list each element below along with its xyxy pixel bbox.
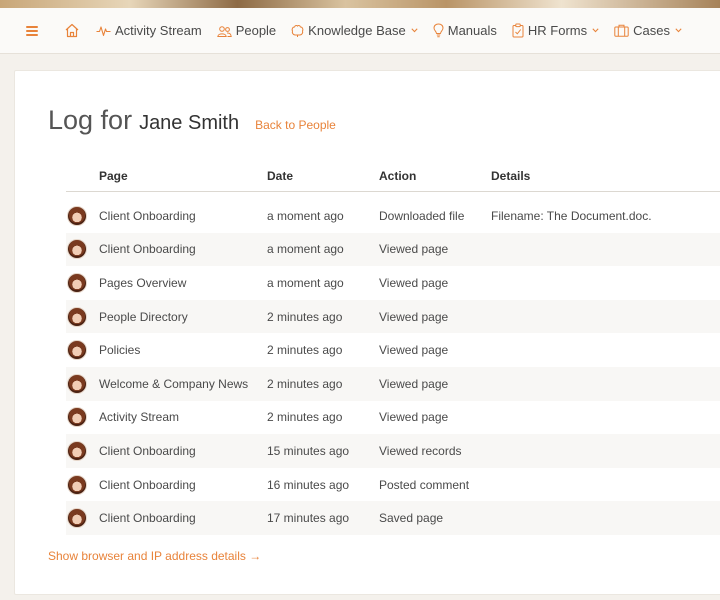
table-row: Policies 2 minutes ago Viewed page bbox=[66, 333, 720, 367]
page-column-header: Page bbox=[99, 161, 267, 192]
chevron-down-icon bbox=[675, 28, 682, 33]
table-row: Client Onboarding 15 minutes ago Viewed … bbox=[66, 434, 720, 468]
nav-people-label: People bbox=[235, 23, 277, 38]
nav-hr-forms[interactable]: HR Forms bbox=[512, 23, 599, 38]
log-card: Log for Jane Smith Back to People Page D… bbox=[14, 70, 720, 595]
row-date: 2 minutes ago bbox=[267, 299, 379, 334]
nav-hr-forms-label: HR Forms bbox=[527, 23, 588, 38]
row-date: a moment ago bbox=[267, 232, 379, 267]
nav-activity-stream-label: Activity Stream bbox=[115, 23, 202, 38]
row-page: Pages Overview bbox=[99, 275, 187, 290]
row-page: Client Onboarding bbox=[99, 232, 267, 267]
row-action: Viewed page bbox=[379, 232, 491, 267]
avatar bbox=[67, 206, 87, 227]
avatar bbox=[67, 440, 87, 461]
row-page: Client Onboarding bbox=[99, 501, 267, 535]
row-action: Viewed page bbox=[379, 343, 449, 358]
nav-knowledge-base[interactable]: Knowledge Base bbox=[291, 23, 418, 38]
row-page: Client Onboarding bbox=[99, 209, 196, 224]
row-date: a moment ago bbox=[267, 209, 344, 224]
page-title-prefix: Log for bbox=[48, 105, 133, 135]
row-date: 2 minutes ago bbox=[267, 366, 379, 401]
user-name: Jane Smith bbox=[139, 112, 240, 134]
row-action: Downloaded file bbox=[379, 209, 465, 224]
show-browser-ip-details-link[interactable]: Show browser and IP address details → bbox=[48, 549, 261, 563]
table-row: People Directory 2 minutes ago Viewed pa… bbox=[66, 299, 720, 334]
table-header-row: Page Date Action Details bbox=[66, 161, 720, 192]
row-action: Saved page bbox=[379, 501, 491, 535]
chevron-down-icon bbox=[592, 28, 599, 33]
row-page: Policies bbox=[99, 343, 141, 358]
row-date: 2 minutes ago bbox=[267, 410, 343, 425]
row-details bbox=[491, 434, 720, 468]
row-details bbox=[491, 501, 720, 535]
row-date: 15 minutes ago bbox=[267, 434, 379, 468]
table-row: Client Onboarding 16 minutes ago Posted … bbox=[66, 468, 720, 502]
table-row: Client Onboarding a moment ago Viewed pa… bbox=[66, 232, 720, 267]
avatar bbox=[67, 474, 87, 495]
nav-manuals-label: Manuals bbox=[447, 23, 497, 38]
chevron-down-icon bbox=[411, 28, 418, 33]
row-action: Viewed page bbox=[379, 366, 491, 401]
clipboard-icon bbox=[512, 23, 524, 38]
avatar bbox=[67, 508, 87, 529]
row-date: 2 minutes ago bbox=[267, 343, 343, 358]
back-to-people-link[interactable]: Back to People bbox=[255, 118, 336, 132]
row-details bbox=[491, 299, 720, 334]
row-action: Viewed page bbox=[379, 410, 449, 425]
header-banner-image bbox=[0, 0, 720, 8]
row-date: 17 minutes ago bbox=[267, 501, 379, 535]
nav-people[interactable]: People bbox=[216, 23, 277, 38]
row-page: Client Onboarding bbox=[99, 434, 267, 468]
row-action: Viewed page bbox=[379, 275, 449, 290]
menu-icon[interactable] bbox=[26, 25, 38, 36]
details-column-header: Details bbox=[491, 161, 720, 192]
table-row: Client Onboarding 17 minutes ago Saved p… bbox=[66, 501, 720, 535]
briefcase-icon bbox=[614, 24, 629, 37]
nav-cases[interactable]: Cases bbox=[614, 23, 682, 38]
row-page: Welcome & Company News bbox=[99, 366, 267, 401]
row-action: Viewed records bbox=[379, 434, 491, 468]
row-page: People Directory bbox=[99, 299, 267, 334]
table-row: Client Onboarding a moment ago Downloade… bbox=[66, 191, 720, 233]
lightbulb-icon bbox=[433, 23, 444, 38]
row-details bbox=[491, 401, 720, 435]
nav-cases-label: Cases bbox=[633, 23, 670, 38]
avatar bbox=[67, 272, 87, 293]
avatar bbox=[67, 306, 87, 327]
row-details bbox=[491, 468, 720, 502]
page-title: Log for Jane Smith Back to People bbox=[48, 105, 336, 136]
row-details bbox=[491, 366, 720, 401]
date-column-header: Date bbox=[267, 161, 379, 192]
table-row: Activity Stream 2 minutes ago Viewed pag… bbox=[66, 401, 720, 435]
activity-icon bbox=[96, 25, 111, 36]
row-page: Client Onboarding bbox=[99, 477, 196, 492]
row-details: Filename: The Document.doc. bbox=[491, 209, 652, 224]
nav-activity-stream[interactable]: Activity Stream bbox=[96, 23, 202, 38]
nav-knowledge-base-label: Knowledge Base bbox=[308, 23, 406, 38]
row-action: Posted comment bbox=[379, 477, 470, 492]
people-icon bbox=[216, 25, 232, 37]
avatar bbox=[67, 340, 87, 361]
row-details bbox=[491, 232, 720, 267]
action-column-header: Action bbox=[379, 161, 491, 192]
avatar-column-header bbox=[66, 161, 99, 192]
avatar bbox=[67, 373, 87, 394]
row-page: Activity Stream bbox=[99, 410, 180, 425]
avatar bbox=[67, 407, 87, 428]
table-row: Pages Overview a moment ago Viewed page bbox=[66, 266, 720, 300]
nav-manuals[interactable]: Manuals bbox=[433, 23, 497, 38]
table-row: Welcome & Company News 2 minutes ago Vie… bbox=[66, 366, 720, 401]
row-action: Viewed page bbox=[379, 299, 491, 334]
row-date: 16 minutes ago bbox=[267, 477, 350, 492]
brain-icon bbox=[291, 24, 304, 37]
row-details bbox=[491, 266, 720, 300]
row-details bbox=[491, 333, 720, 367]
activity-log-table: Page Date Action Details Client Onboardi… bbox=[66, 161, 720, 535]
row-date: a moment ago bbox=[267, 275, 344, 290]
home-icon[interactable] bbox=[64, 23, 80, 38]
avatar bbox=[67, 239, 87, 260]
top-navbar: Activity Stream People Knowledge Base Ma… bbox=[0, 8, 720, 54]
